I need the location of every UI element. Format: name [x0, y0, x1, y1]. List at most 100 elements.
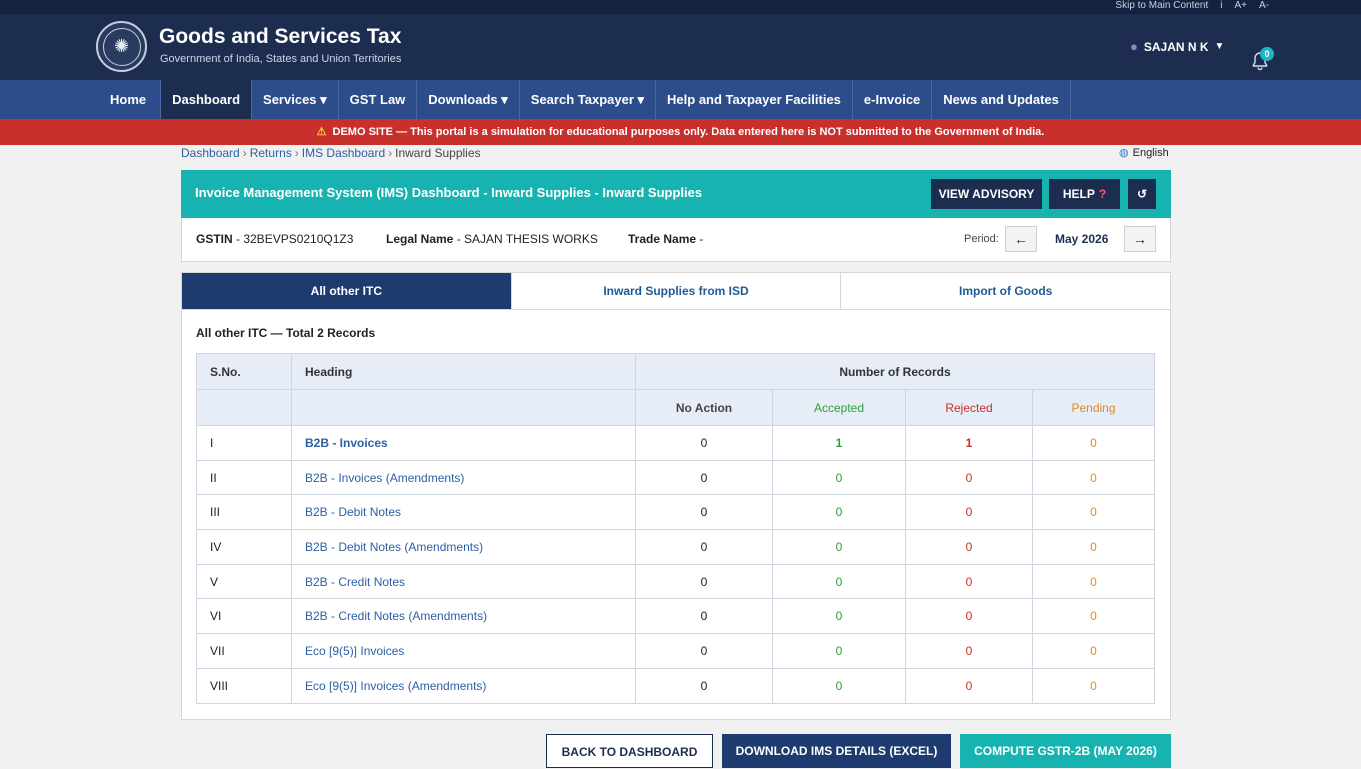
user-icon: ● — [1130, 39, 1138, 54]
nav-search-taxpayer[interactable]: Search Taxpayer ▾ — [520, 80, 657, 119]
rejected-count[interactable]: 1 — [966, 436, 973, 450]
download-ims-details-button[interactable]: DOWNLOAD IMS DETAILS (EXCEL) — [722, 734, 951, 768]
legal-name-label: Legal Name — [386, 232, 454, 246]
tab-all-other-itc[interactable]: All other ITC — [182, 273, 512, 309]
tab-inward-supplies-isd[interactable]: Inward Supplies from ISD — [512, 273, 842, 309]
row-sno: VII — [196, 633, 292, 669]
column-header-number-of-records: Number of Records — [635, 353, 1155, 390]
column-header-heading: Heading — [291, 353, 636, 390]
records-caption: All other ITC — Total 2 Records — [196, 326, 376, 340]
column-header-blank — [196, 389, 292, 426]
user-menu[interactable]: ● SAJAN N K ▼ — [1130, 39, 1224, 54]
row-heading-link[interactable]: Eco [9(5)] Invoices (Amendments) — [305, 679, 486, 693]
row-heading-link[interactable]: B2B - Debit Notes (Amendments) — [305, 540, 483, 554]
row-heading-link[interactable]: B2B - Invoices — [305, 436, 388, 450]
row-sno: III — [196, 494, 292, 531]
pending-count: 0 — [1090, 435, 1097, 450]
info-icon[interactable]: i — [1220, 0, 1222, 11]
compute-gstr-2b-button[interactable]: COMPUTE GSTR-2B (MAY 2026) — [960, 734, 1171, 768]
nav-downloads[interactable]: Downloads ▾ — [417, 80, 520, 119]
row-no-action: 0 — [635, 425, 773, 461]
table-row: IV B2B - Debit Notes (Amendments) 0 0 0 … — [196, 529, 1155, 565]
nav-news[interactable]: News and Updates — [932, 80, 1071, 119]
itc-tabs: All other ITC Inward Supplies from ISD I… — [182, 273, 1170, 310]
row-no-action: 0 — [635, 598, 773, 635]
row-rejected: 1 — [905, 425, 1033, 461]
notification-count-badge: 0 — [1260, 47, 1274, 61]
nav-e-invoice[interactable]: e-Invoice — [853, 80, 933, 119]
help-label: HELP — [1062, 187, 1095, 201]
trade-name-label: Trade Name — [628, 232, 697, 246]
row-pending: 0 — [1032, 494, 1155, 531]
breadcrumb-returns[interactable]: Returns — [250, 146, 292, 160]
breadcrumb-dashboard[interactable]: Dashboard — [181, 146, 240, 160]
table-row: III B2B - Debit Notes 0 0 0 0 — [196, 494, 1155, 531]
trade-name-value: - — [696, 232, 704, 246]
column-header-accepted: Accepted — [772, 389, 906, 426]
row-no-action: 0 — [635, 667, 773, 704]
user-name: SAJAN N K — [1143, 39, 1209, 54]
skip-to-main-link[interactable]: Skip to Main Content — [1115, 0, 1208, 11]
taxpayer-info-row: GSTIN - 32BEVPS0210Q1Z3 Legal Name - SAJ… — [181, 218, 1171, 262]
gst-emblem-logo[interactable]: ✺ — [96, 21, 147, 72]
column-header-blank — [291, 389, 636, 426]
table-row: VI B2B - Credit Notes (Amendments) 0 0 0… — [196, 598, 1155, 635]
chevron-down-icon: ▼ — [1214, 41, 1225, 52]
refresh-icon: ↺ — [1136, 187, 1148, 201]
table-row: VII Eco [9(5)] Invoices 0 0 0 0 — [196, 633, 1155, 669]
row-accepted: 0 — [772, 459, 906, 496]
nav-services[interactable]: Services ▾ — [252, 80, 339, 119]
tab-import-of-goods[interactable]: Import of Goods — [841, 273, 1170, 309]
row-rejected: 0 — [905, 598, 1033, 635]
row-heading-link[interactable]: B2B - Credit Notes — [305, 575, 405, 589]
nav-home[interactable]: Home — [96, 80, 162, 119]
font-increase-button[interactable]: A+ — [1234, 0, 1247, 11]
nav-dashboard[interactable]: Dashboard — [161, 80, 253, 119]
language-label: English — [1132, 146, 1169, 159]
question-icon: ? — [1098, 187, 1107, 201]
nav-gst-law[interactable]: GST Law — [339, 80, 418, 119]
main-nav: Home Dashboard Services ▾ GST Law Downlo… — [0, 80, 1361, 119]
row-no-action: 0 — [635, 529, 773, 565]
font-decrease-button[interactable]: A- — [1259, 0, 1269, 11]
next-period-button[interactable]: → — [1124, 226, 1156, 252]
row-heading-link[interactable]: B2B - Invoices (Amendments) — [305, 471, 464, 485]
column-header-rejected: Rejected — [905, 389, 1033, 426]
row-accepted: 0 — [772, 529, 906, 565]
table-row: VIII Eco [9(5)] Invoices (Amendments) 0 … — [196, 667, 1155, 704]
demo-warning-text: DEMO SITE — This portal is a simulation … — [332, 126, 1045, 138]
view-advisory-button[interactable]: VIEW ADVISORY — [931, 179, 1042, 209]
row-pending: 0 — [1032, 563, 1155, 600]
accepted-count[interactable]: 1 — [836, 436, 843, 450]
breadcrumb-separator: › — [294, 146, 299, 160]
notifications-bell[interactable]: 0 — [1250, 47, 1274, 71]
row-sno: IV — [196, 529, 292, 565]
row-heading-link[interactable]: B2B - Debit Notes — [305, 505, 401, 519]
period-value: May 2026 — [1055, 232, 1109, 246]
back-to-dashboard-button[interactable]: BACK TO DASHBOARD — [546, 734, 713, 768]
table-row: II B2B - Invoices (Amendments) 0 0 0 0 — [196, 459, 1155, 496]
row-heading-link[interactable]: Eco [9(5)] Invoices — [305, 644, 404, 658]
gstin-field: GSTIN - 32BEVPS0210Q1Z3 — [196, 232, 353, 246]
emblem-icon: ✺ — [102, 27, 141, 66]
breadcrumb-current: Inward Supplies — [395, 146, 481, 160]
gstin-label: GSTIN — [196, 232, 233, 246]
column-header-pending: Pending — [1032, 389, 1155, 426]
row-rejected: 0 — [905, 667, 1033, 704]
breadcrumb-ims-dashboard[interactable]: IMS Dashboard — [302, 146, 385, 160]
globe-icon: ◍ — [1119, 147, 1129, 159]
row-pending: 0 — [1032, 667, 1155, 704]
previous-period-button[interactable]: ← — [1005, 226, 1037, 252]
nav-help[interactable]: Help and Taxpayer Facilities — [656, 80, 853, 119]
breadcrumb-separator: › — [388, 146, 393, 160]
language-selector[interactable]: ◍ English — [1119, 146, 1169, 160]
help-button[interactable]: HELP? — [1049, 179, 1120, 209]
row-accepted: 0 — [772, 633, 906, 669]
row-pending: 0 — [1032, 529, 1155, 565]
refresh-button[interactable]: ↺ — [1128, 179, 1156, 209]
legal-name-field: Legal Name - SAJAN THESIS WORKS — [386, 232, 598, 246]
row-rejected: 0 — [905, 459, 1033, 496]
row-accepted: 0 — [772, 563, 906, 600]
row-heading-link[interactable]: B2B - Credit Notes (Amendments) — [305, 609, 487, 623]
table-row: V B2B - Credit Notes 0 0 0 0 — [196, 563, 1155, 600]
